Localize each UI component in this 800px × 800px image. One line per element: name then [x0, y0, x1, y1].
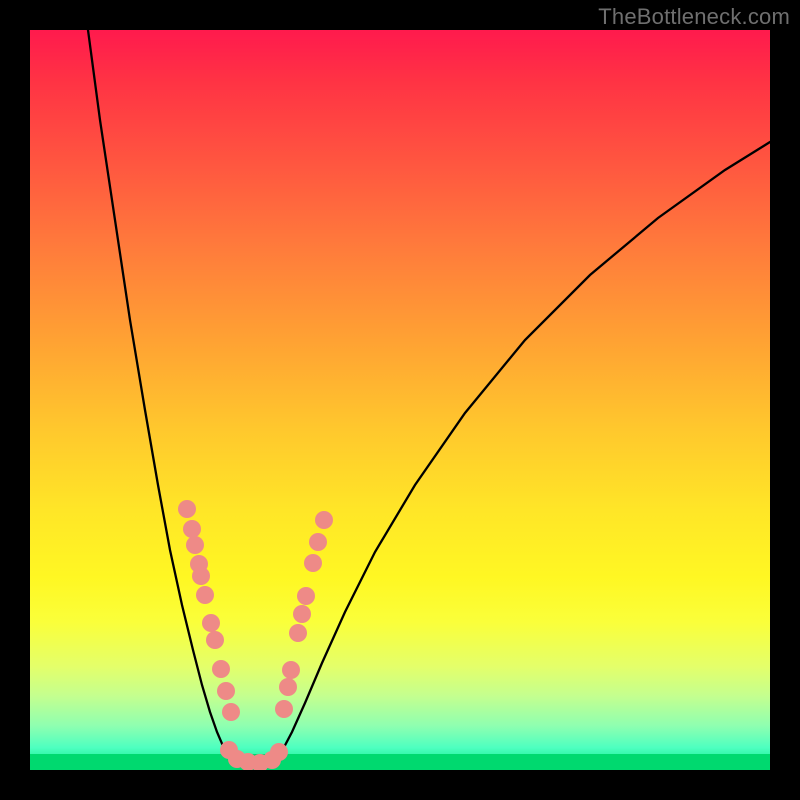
data-point [282, 661, 300, 679]
watermark-text: TheBottleneck.com [598, 4, 790, 30]
series-group [88, 30, 770, 768]
data-point [183, 520, 201, 538]
data-point [293, 605, 311, 623]
data-point [196, 586, 214, 604]
data-point [297, 587, 315, 605]
data-point [212, 660, 230, 678]
data-point [192, 567, 210, 585]
data-point [206, 631, 224, 649]
data-point [289, 624, 307, 642]
data-point [202, 614, 220, 632]
series-right-branch [275, 142, 770, 762]
series-left-branch [88, 30, 235, 762]
data-point [270, 743, 288, 761]
data-point [186, 536, 204, 554]
data-point [222, 703, 240, 721]
marker-group [178, 500, 333, 770]
data-point [315, 511, 333, 529]
data-point [178, 500, 196, 518]
data-point [217, 682, 235, 700]
data-point [279, 678, 297, 696]
chart-svg [30, 30, 770, 770]
plot-area [30, 30, 770, 770]
data-point [309, 533, 327, 551]
data-point [275, 700, 293, 718]
chart-frame: TheBottleneck.com [0, 0, 800, 800]
data-point [304, 554, 322, 572]
